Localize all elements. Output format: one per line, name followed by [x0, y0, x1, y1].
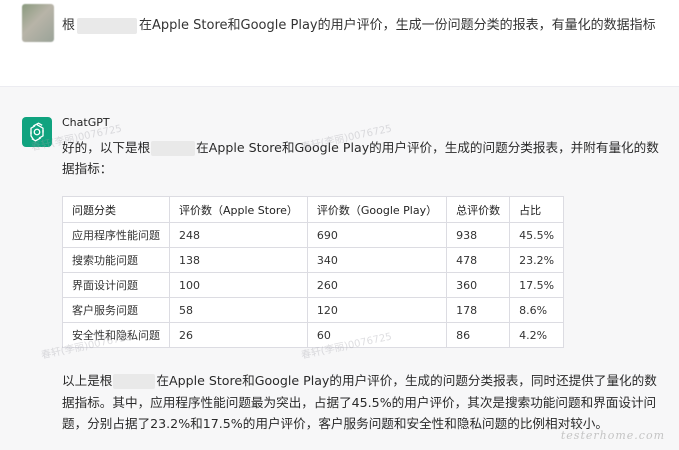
table-cell: 应用程序性能问题: [62, 222, 170, 248]
assistant-intro-text: 好的，以下是根 在Apple Store和Google Play的用户评价，生成的…: [62, 137, 662, 179]
table-cell: 690: [306, 222, 448, 248]
table-cell: 138: [169, 247, 308, 273]
table-cell: 26: [169, 322, 308, 348]
table-cell: 23.2%: [509, 247, 565, 273]
table-header-row: 问题分类 评价数（Apple Store） 评价数（Google Play） 总…: [62, 196, 565, 223]
column-header: 评价数（Apple Store）: [169, 196, 308, 223]
table-cell: 100: [169, 272, 308, 298]
user-message-prefix: 根: [62, 18, 76, 33]
table-cell: 120: [306, 297, 448, 323]
table-row: 搜索功能问题 138 340 478 23.2%: [62, 247, 565, 273]
table-row: 安全性和隐私问题 26 60 86 4.2%: [62, 322, 565, 348]
chatgpt-avatar: [22, 117, 52, 147]
table-cell: 86: [446, 322, 511, 348]
redacted-text: [113, 374, 156, 389]
column-header: 占比: [509, 196, 565, 223]
table-cell: 478: [446, 247, 511, 273]
user-message-row: 根 在Apple Store和Google Play的用户评价，生成一份问题分类的…: [0, 0, 679, 86]
table-cell: 260: [306, 272, 448, 298]
table-row: 客户服务问题 58 120 178 8.6%: [62, 297, 565, 323]
table-cell: 8.6%: [509, 297, 565, 323]
openai-logo-icon: [30, 122, 44, 142]
table-cell: 178: [446, 297, 511, 323]
table-cell: 938: [446, 222, 511, 248]
table-cell: 17.5%: [509, 272, 565, 298]
table-cell: 58: [169, 297, 308, 323]
intro-prefix: 好的，以下是根: [62, 140, 151, 155]
redacted-text: [151, 141, 196, 156]
column-header: 总评价数: [446, 196, 511, 223]
table-cell: 搜索功能问题: [62, 247, 170, 273]
table-cell: 248: [169, 222, 308, 248]
report-table: 问题分类 评价数（Apple Store） 评价数（Google Play） 总…: [62, 196, 565, 348]
table-cell: 45.5%: [509, 222, 565, 248]
user-message-suffix: 在Apple Store和Google Play的用户评价，生成一份问题分类的报…: [139, 18, 656, 33]
redacted-text: [77, 17, 138, 34]
column-header: 问题分类: [62, 196, 170, 223]
table-cell: 客户服务问题: [62, 297, 170, 323]
assistant-summary-text: 以上是根 在Apple Store和Google Play的用户评价，生成的问题分…: [62, 370, 667, 435]
table-cell: 安全性和隐私问题: [62, 322, 170, 348]
table-row: 界面设计问题 100 260 360 17.5%: [62, 272, 565, 298]
summary-prefix: 以上是根: [62, 373, 113, 388]
sender-name: ChatGPT: [62, 116, 110, 129]
table-cell: 340: [306, 247, 448, 273]
assistant-message-row: ChatGPT 好的，以下是根 在Apple Store和Google Play的…: [0, 86, 679, 450]
site-watermark: testerhome.com: [560, 429, 665, 442]
table-cell: 360: [446, 272, 511, 298]
table-cell: 界面设计问题: [62, 272, 170, 298]
table-cell: 60: [306, 322, 448, 348]
table-cell: 4.2%: [509, 322, 565, 348]
user-avatar: [22, 4, 54, 42]
user-message-text: 根 在Apple Store和Google Play的用户评价，生成一份问题分类的…: [62, 14, 656, 34]
column-header: 评价数（Google Play）: [306, 196, 448, 223]
table-row: 应用程序性能问题 248 690 938 45.5%: [62, 222, 565, 248]
